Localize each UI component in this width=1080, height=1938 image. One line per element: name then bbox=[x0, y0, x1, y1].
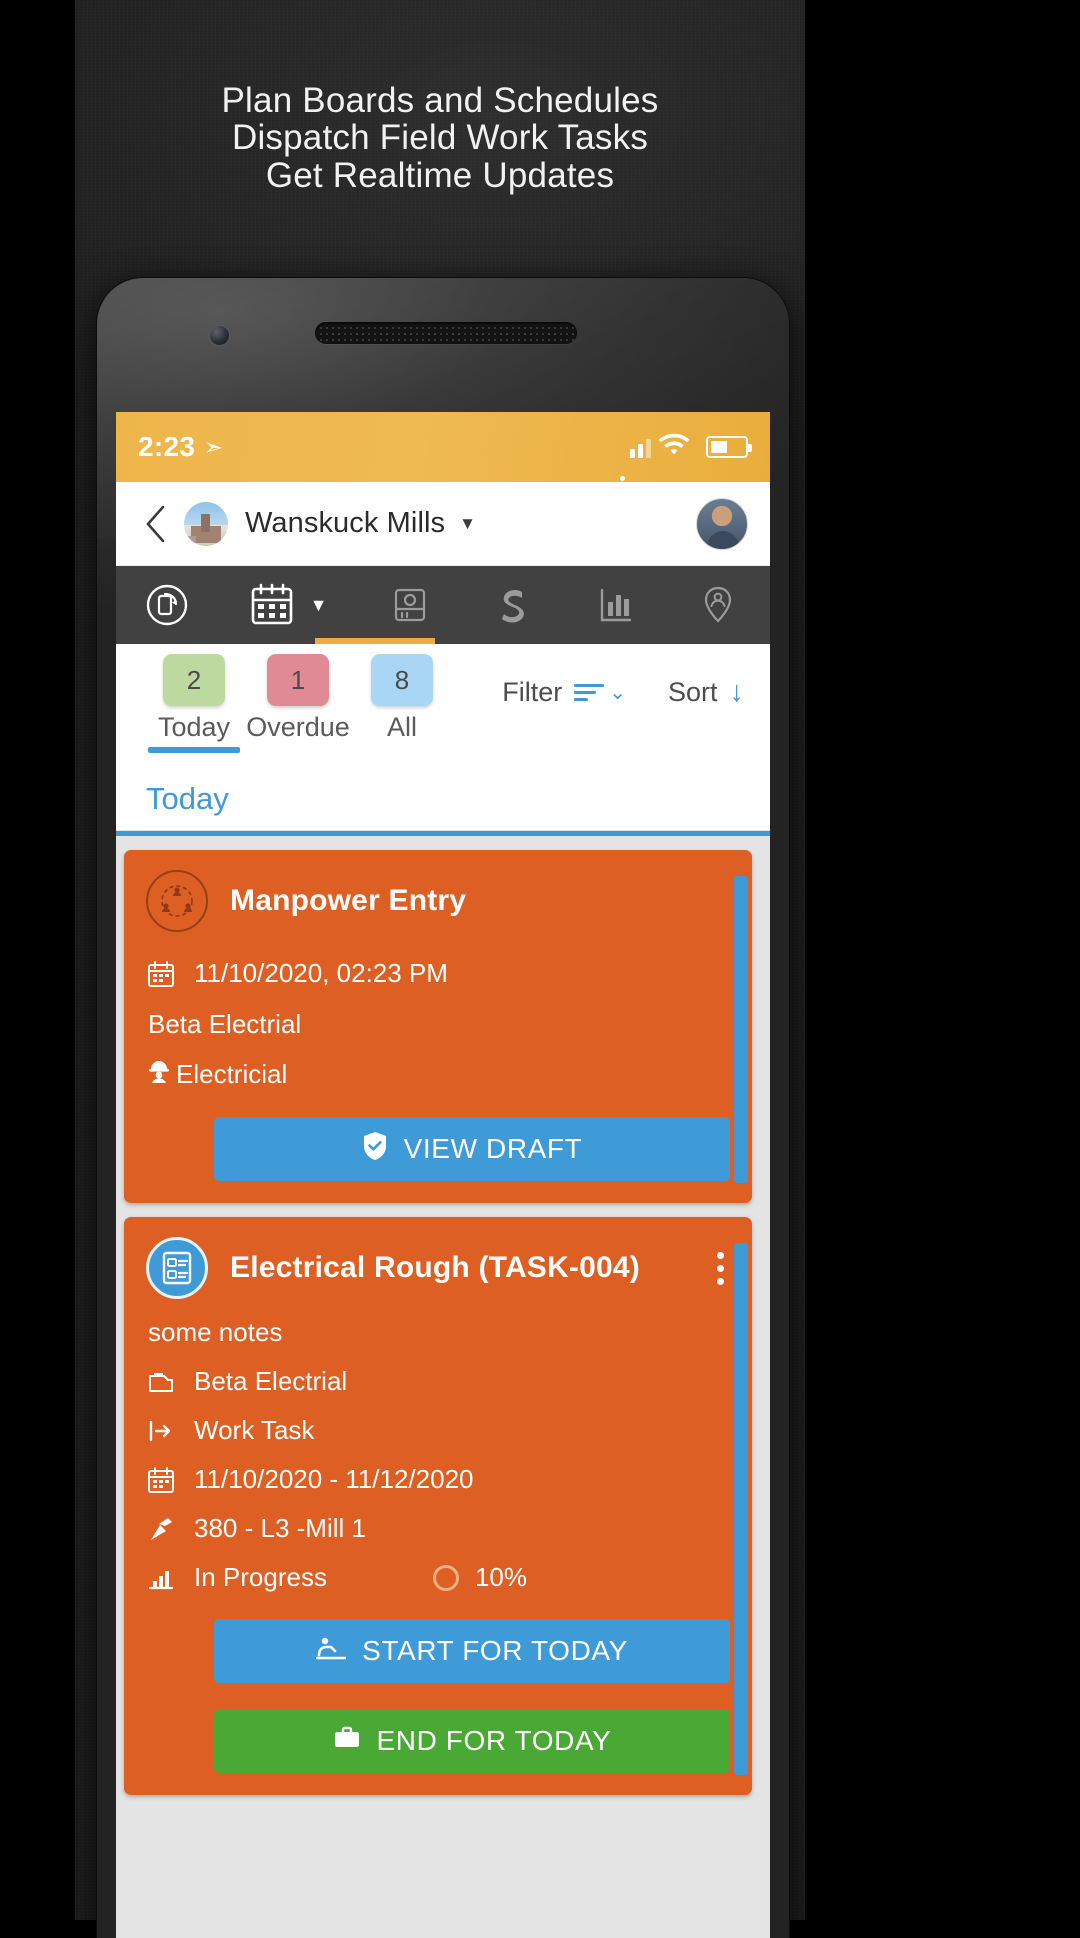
tab-calendar[interactable]: ▼ bbox=[219, 566, 435, 644]
status-bar: 2:23 ➣ bbox=[116, 412, 770, 482]
earpiece-speaker bbox=[315, 322, 577, 344]
card-title: Manpower Entry bbox=[230, 884, 467, 917]
card-meta-company-text: Beta Electrial bbox=[194, 1366, 348, 1396]
tab-strip: ▼ bbox=[116, 566, 770, 644]
tab-s-logo[interactable] bbox=[461, 566, 564, 644]
card-meta-type: Work Task bbox=[146, 1415, 730, 1446]
calendar-icon bbox=[146, 1466, 176, 1494]
card-datetime-row: 11/10/2020, 02:23 PM bbox=[146, 958, 730, 989]
task-list[interactable]: Manpower Entry 11/10/2020, 02:23 PM Beta… bbox=[116, 836, 770, 1938]
filter-actions: Filter ⌄ Sort ↓ bbox=[502, 654, 744, 709]
tab-map-pin-person[interactable] bbox=[667, 566, 770, 644]
front-camera-icon bbox=[210, 326, 229, 345]
card-datetime: 11/10/2020, 02:23 PM bbox=[194, 958, 448, 988]
view-draft-label: VIEW DRAFT bbox=[403, 1133, 583, 1164]
card-progress-value: 10% bbox=[474, 1562, 527, 1592]
tab-box[interactable] bbox=[358, 566, 461, 644]
card-meta-company: Beta Electrial bbox=[146, 1366, 730, 1397]
card-header: Manpower Entry bbox=[146, 870, 730, 932]
letterbox-left bbox=[0, 0, 75, 1920]
signal-bars-icon bbox=[630, 436, 651, 458]
progress-chart-icon bbox=[146, 1564, 176, 1592]
chevron-down-icon[interactable]: ▼ bbox=[459, 514, 476, 534]
promo-headline-line-2: Dispatch Field Work Tasks bbox=[231, 118, 649, 158]
filter-chip-today[interactable]: 2 Today bbox=[142, 654, 246, 753]
back-chevron-icon[interactable] bbox=[134, 503, 176, 545]
card-notes: some notes bbox=[148, 1317, 283, 1347]
view-draft-button[interactable]: VIEW DRAFT bbox=[214, 1117, 730, 1181]
user-avatar[interactable] bbox=[696, 497, 748, 550]
task-card-electrical-rough[interactable]: Electrical Rough (TASK-004) some notes B… bbox=[124, 1217, 752, 1795]
card-meta-type-text: Work Task bbox=[194, 1415, 315, 1445]
manpower-network-icon bbox=[146, 870, 208, 932]
wifi-icon bbox=[658, 433, 690, 462]
section-header-today: Today bbox=[116, 766, 770, 836]
card-swipe-action[interactable] bbox=[734, 1243, 748, 1775]
start-for-today-label: START FOR TODAY bbox=[362, 1635, 628, 1666]
company-icon bbox=[146, 1368, 176, 1396]
shield-check-icon bbox=[362, 1131, 388, 1168]
filter-chip-overdue[interactable]: 1 Overdue bbox=[246, 654, 350, 743]
chip-count-today: 2 bbox=[163, 654, 225, 706]
section-header-title: Today bbox=[146, 780, 229, 816]
sort-down-arrow-icon: ↓ bbox=[729, 676, 745, 708]
phone-screen: 2:23 ➣ Wanskuck Mills ▼ ▼ 2 Today 1 Over… bbox=[116, 412, 770, 1938]
hard-hat-worker-icon bbox=[146, 1058, 172, 1091]
app-bar: Wanskuck Mills ▼ bbox=[116, 482, 770, 566]
filter-caret-icon: ⌄ bbox=[609, 682, 626, 704]
tab-bar-chart[interactable] bbox=[564, 566, 667, 644]
sort-button[interactable]: Sort ↓ bbox=[668, 676, 744, 709]
project-photo-thumbnail[interactable] bbox=[184, 501, 228, 546]
briefcase-icon bbox=[333, 1725, 361, 1758]
progress-ring-icon bbox=[432, 1564, 459, 1591]
battery-icon bbox=[706, 436, 752, 458]
card-title: Electrical Rough (TASK-004) bbox=[230, 1251, 640, 1284]
card-header: Electrical Rough (TASK-004) bbox=[146, 1237, 730, 1299]
card-status-text: In Progress bbox=[194, 1562, 327, 1592]
caret-down-icon[interactable]: ▼ bbox=[310, 595, 328, 616]
card-meta-location: 380 - L3 -Mill 1 bbox=[146, 1513, 730, 1544]
letterbox-right bbox=[805, 0, 1080, 1920]
task-card-manpower-entry[interactable]: Manpower Entry 11/10/2020, 02:23 PM Beta… bbox=[124, 850, 752, 1203]
chip-label-all: All bbox=[386, 712, 417, 742]
phone-device-frame: 2:23 ➣ Wanskuck Mills ▼ ▼ 2 Today 1 Over… bbox=[97, 278, 789, 1938]
location-pin-icon bbox=[146, 1515, 176, 1543]
start-work-icon bbox=[315, 1635, 347, 1668]
project-title[interactable]: Wanskuck Mills bbox=[245, 507, 445, 540]
chip-count-all: 8 bbox=[371, 654, 433, 706]
calendar-icon bbox=[146, 960, 176, 988]
filter-label: Filter bbox=[502, 677, 563, 707]
status-bar-time: 2:23 bbox=[138, 431, 196, 462]
chip-label-overdue: Overdue bbox=[246, 712, 350, 742]
checklist-icon bbox=[146, 1237, 208, 1299]
start-for-today-button[interactable]: START FOR TODAY bbox=[214, 1619, 730, 1683]
navigation-arrow-icon: ➣ bbox=[203, 433, 224, 460]
card-progress: 10% bbox=[432, 1562, 527, 1593]
promo-headline-line-3: Get Realtime Updates bbox=[265, 155, 615, 195]
promo-headline-line-1: Plan Boards and Schedules bbox=[221, 81, 659, 120]
tab-rotate-device[interactable] bbox=[116, 566, 219, 644]
task-type-icon bbox=[146, 1417, 176, 1445]
filter-row: 2 Today 1 Overdue 8 All Filter ⌄ Sort ↓ bbox=[116, 644, 770, 766]
signal-dot-icon bbox=[620, 476, 625, 481]
sort-label: Sort bbox=[667, 677, 718, 707]
card-swipe-action[interactable] bbox=[734, 876, 748, 1183]
chip-count-overdue: 1 bbox=[267, 654, 329, 706]
chip-label-today: Today bbox=[157, 712, 231, 742]
card-meta-dates-text: 11/10/2020 - 11/12/2020 bbox=[194, 1464, 474, 1494]
promo-headline: Plan Boards and Schedules Dispatch Field… bbox=[75, 81, 805, 195]
chip-active-underline bbox=[148, 747, 240, 753]
end-for-today-button[interactable]: END FOR TODAY bbox=[214, 1709, 730, 1773]
card-meta-dates: 11/10/2020 - 11/12/2020 bbox=[146, 1464, 730, 1495]
filter-button[interactable]: Filter ⌄ bbox=[502, 677, 626, 708]
card-trade: Electricial bbox=[176, 1059, 288, 1089]
filter-lines-icon bbox=[574, 684, 605, 701]
card-meta-location-text: 380 - L3 -Mill 1 bbox=[194, 1513, 366, 1543]
card-trade-row: Electricial bbox=[146, 1058, 730, 1091]
card-company: Beta Electrial bbox=[148, 1009, 302, 1039]
filter-chip-all[interactable]: 8 All bbox=[350, 654, 454, 743]
end-for-today-label: END FOR TODAY bbox=[376, 1725, 612, 1756]
card-status-row: In Progress 10% bbox=[146, 1562, 730, 1593]
kebab-menu-icon[interactable] bbox=[711, 1251, 730, 1285]
